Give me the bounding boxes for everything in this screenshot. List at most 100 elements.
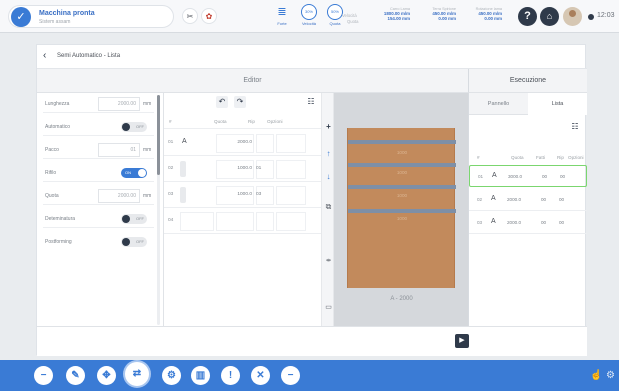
opzioni-cell[interactable] <box>276 134 306 153</box>
move-up-icon[interactable]: ↑ <box>323 148 334 159</box>
list-settings-icon[interactable]: ☷ <box>569 121 581 133</box>
quota-input[interactable]: 2000.00 <box>98 189 140 203</box>
opzioni-cell[interactable] <box>276 186 306 205</box>
editor-title: Editor <box>37 69 469 93</box>
mode-forte-button[interactable]: ≣ Forte <box>273 4 291 29</box>
table-row[interactable]: 03 1000.0 03 <box>164 183 321 208</box>
pacco-input[interactable]: 01 <box>98 143 140 157</box>
readout-terra-spirione: Terra Spirione 450.00 m/m 0.00 mm <box>414 7 456 21</box>
param-label: Quota <box>45 193 59 199</box>
maintenance-icon[interactable]: ✕ <box>251 366 270 385</box>
home-save-icon[interactable]: ⌂ <box>540 7 559 26</box>
param-unit: mm <box>143 147 152 153</box>
rip-cell[interactable] <box>256 134 274 153</box>
stop-icon[interactable]: − <box>34 366 53 385</box>
tab-pannello[interactable]: Pannello <box>469 93 528 115</box>
param-unit: mm <box>143 101 152 107</box>
deteminatura-toggle[interactable]: OFF <box>121 214 147 224</box>
add-row-icon[interactable]: + <box>323 121 334 132</box>
param-pacco: Pacco 01 mm <box>43 141 154 159</box>
undo-icon[interactable]: ↶ <box>216 96 228 108</box>
row-letter: A <box>182 138 187 145</box>
segment-label: 1000 <box>396 193 408 198</box>
param-label: Postforming <box>45 239 72 245</box>
play-button[interactable]: ▶ <box>455 334 469 348</box>
optimize-icon[interactable]: ⚙ <box>162 366 181 385</box>
cut-line <box>348 163 456 167</box>
letter-cell[interactable] <box>180 212 214 231</box>
row-rip: 00 <box>559 220 565 225</box>
table-row[interactable]: 04 <box>164 209 321 234</box>
tools-icon[interactable]: ✂ <box>182 8 198 24</box>
postforming-toggle[interactable]: OFF <box>121 237 147 247</box>
cut-line <box>348 209 456 213</box>
list-settings-icon[interactable]: ☷ <box>305 96 317 108</box>
lunghezza-input[interactable]: 2000.00 <box>98 97 140 111</box>
param-rifilo: Rifilo ON <box>43 164 154 182</box>
segment-label: 1000 <box>396 216 408 221</box>
rip-cell[interactable] <box>256 212 274 231</box>
drag-handle-icon[interactable] <box>180 187 186 203</box>
manual-icon[interactable]: ✥ <box>97 366 116 385</box>
param-quota: Quota 2000.00 mm <box>43 187 154 205</box>
alarm-icon[interactable]: ! <box>221 366 240 385</box>
stats-icon[interactable]: ▥ <box>191 366 210 385</box>
semi-auto-icon[interactable]: ⇄ <box>125 362 149 386</box>
params-scrollbar[interactable] <box>157 95 160 325</box>
check-icon: ✓ <box>11 7 31 27</box>
opzioni-cell[interactable] <box>276 160 306 179</box>
row-number: 01 <box>478 174 484 179</box>
touch-icon[interactable]: ☝ <box>590 370 602 381</box>
table-row[interactable]: 01 A 3000.0 00 00 <box>469 165 587 187</box>
param-postforming: Postforming OFF <box>43 233 154 251</box>
automatico-toggle[interactable]: OFF <box>121 122 147 132</box>
tab-lista[interactable]: Lista <box>528 93 587 115</box>
param-label: Automatico <box>45 124 71 130</box>
col-rip: Rip <box>557 155 564 160</box>
cut-line <box>348 140 456 144</box>
drag-handle-icon[interactable] <box>180 161 186 177</box>
copy-icon[interactable]: ⧉ <box>323 201 334 212</box>
row-quota: 1000.0 <box>237 166 252 171</box>
mode-velocita-label: Velocità <box>301 21 316 26</box>
flower-icon[interactable]: ✿ <box>201 8 217 24</box>
table-row[interactable]: 02 A 2000.0 00 00 <box>469 189 587 211</box>
opzioni-cell[interactable] <box>276 212 306 231</box>
move-down-icon[interactable]: ↓ <box>323 171 334 182</box>
redo-icon[interactable]: ↷ <box>234 96 246 108</box>
mode-velocita-button[interactable]: 30% Velocità <box>300 4 318 29</box>
machine-status-pill[interactable]: ✓ Macchina pronta Sistem assam <box>8 5 174 28</box>
table-row[interactable]: 02 1000.0 01 <box>164 157 321 182</box>
avatar[interactable] <box>563 7 582 26</box>
table-row[interactable]: 03 A 2000.0 00 00 <box>469 212 587 234</box>
settings-icon[interactable]: ⚙ <box>606 370 615 381</box>
cut-preview: 1000 1000 1000 1000 A - 2000 <box>334 93 469 326</box>
readout-rotazione-lama: Rotazione lama 450.00 m/m 0.00 mm <box>460 7 502 21</box>
status-title: Macchina pronta <box>39 10 95 17</box>
row-number: 04 <box>168 218 174 223</box>
card-footer: ▶ <box>37 326 587 356</box>
param-deteminatura: Deteminatura OFF <box>43 210 154 228</box>
edit-icon[interactable]: ✎ <box>66 366 85 385</box>
back-chevron-icon[interactable]: ‹ <box>43 50 46 61</box>
row-quota: 2000.0 <box>237 140 252 145</box>
param-unit: mm <box>143 193 152 199</box>
axis-readouts: Velocità Quota Carro Lama 1800.00 m/m 15… <box>330 7 510 27</box>
table-row[interactable]: 01 A 2000.0 <box>164 131 321 156</box>
row-actions: + ↑ ↓ ⧉ ⇹ ▭ <box>321 93 334 326</box>
col-quota: Quota <box>511 155 524 160</box>
minus-circle-icon[interactable]: − <box>281 366 300 385</box>
col-num: # <box>477 155 480 160</box>
rifilo-toggle[interactable]: ON <box>121 168 147 178</box>
main-card: ‹ Semi Automatico - Lista Editor Esecuzi… <box>36 44 587 356</box>
row-quota: 3000.0 <box>508 174 523 179</box>
help-icon[interactable]: ? <box>518 7 537 26</box>
breadcrumb-text[interactable]: Semi Automatico - Lista <box>57 53 120 59</box>
keyboard-icon[interactable]: ▭ <box>323 302 334 313</box>
col-rip: Rip <box>248 119 255 124</box>
split-icon[interactable]: ⇹ <box>323 256 334 267</box>
top-status-bar: ✓ Macchina pronta Sistem assam ✂ ✿ ≣ For… <box>0 0 619 33</box>
col-opzioni: Opzioni <box>568 155 584 160</box>
quota-cell[interactable] <box>216 212 254 231</box>
editor-table-header: # Quota Rip Opzioni <box>164 115 321 129</box>
